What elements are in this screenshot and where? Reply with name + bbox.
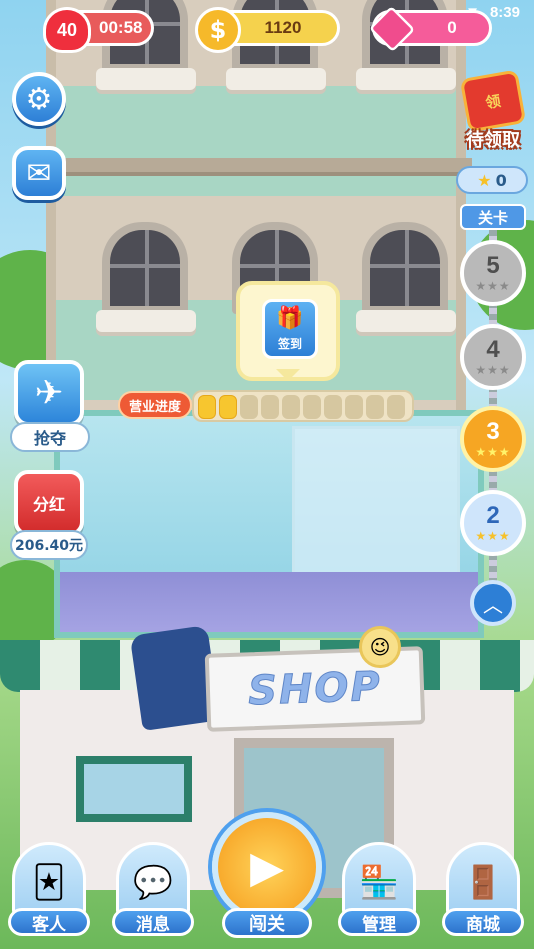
level-node-4[interactable]: 4 ★★★ <box>460 324 526 390</box>
grab-label[interactable]: 抢夺 <box>10 422 90 452</box>
gems-counter[interactable]: 0 <box>368 5 492 53</box>
mail-button[interactable]: ✉ <box>12 146 66 200</box>
airplane-icon: ✈ <box>34 373 64 413</box>
lives-value: 40 <box>56 19 78 40</box>
window <box>362 222 448 314</box>
building-ledge <box>40 158 472 176</box>
heart-icon: 40 <box>43 7 91 53</box>
chevron-up-icon: ︿ <box>483 592 503 617</box>
window-sill <box>356 310 456 332</box>
stars-counter: ★ 0 <box>456 166 528 194</box>
level-stars: ★★★ <box>475 363 511 377</box>
window <box>102 222 188 314</box>
signin-bubble: 🎁 签到 <box>236 281 340 381</box>
progress-segment <box>282 395 300 419</box>
shop-showroom[interactable] <box>54 410 484 638</box>
progress-segment <box>240 395 258 419</box>
shop-window <box>76 756 192 822</box>
pending-claim-label[interactable]: 待领取 <box>456 126 530 152</box>
business-progress-label: 营业进度 <box>118 391 192 419</box>
nav-messages-label: 消息 <box>112 908 194 936</box>
dividend-button[interactable]: 分红 <box>14 470 84 536</box>
level-number: 2 <box>486 502 500 529</box>
level-node-2[interactable]: 2 ★★★ <box>460 490 526 556</box>
level-stars: ★★★ <box>475 279 511 293</box>
play-icon: ▶ <box>212 812 322 922</box>
dividend-badge: 分红 <box>32 495 65 514</box>
gift-icon: 🎁 <box>276 306 304 331</box>
window-sill <box>226 68 326 90</box>
nav-play-label: 闯关 <box>222 908 312 938</box>
progress-segment <box>261 395 279 419</box>
coins-counter[interactable]: $ 1120 <box>195 7 340 53</box>
shop-sign-text: SHOP <box>247 663 383 715</box>
level-stars: ★★★ <box>475 445 511 459</box>
wink-emoji-icon: 😉 <box>359 626 401 668</box>
level-number: 3 <box>486 418 500 445</box>
signin-button[interactable]: 🎁 签到 <box>262 299 318 359</box>
grab-button[interactable]: ✈ <box>14 360 84 426</box>
nav-customers[interactable]: 🃏 客人 <box>8 842 90 940</box>
window-sill <box>96 310 196 332</box>
level-tag: 关卡 <box>460 204 526 230</box>
level-stars: ★★★ <box>475 529 511 543</box>
nav-messages[interactable]: 💬 消息 <box>112 842 194 940</box>
red-packet-button[interactable]: 领 <box>459 69 527 133</box>
window-sill <box>96 68 196 90</box>
progress-segment <box>198 395 216 419</box>
stars-value: 0 <box>495 170 507 190</box>
level-node-5[interactable]: 5 ★★★ <box>460 240 526 306</box>
progress-segment <box>345 395 363 419</box>
envelope-icon: ✉ <box>26 155 52 191</box>
clothing-rack[interactable] <box>292 426 460 576</box>
nav-manage[interactable]: 🏪 管理 <box>338 842 420 940</box>
nav-customers-label: 客人 <box>8 908 90 936</box>
nav-store-label: 商城 <box>442 908 524 936</box>
star-icon: ★ <box>477 170 492 190</box>
status-time: 8:39 <box>489 4 520 21</box>
progress-segment <box>387 395 405 419</box>
level-node-3[interactable]: 3 ★★★ <box>460 406 526 472</box>
progress-segment <box>219 395 237 419</box>
business-progress-bar <box>192 390 414 422</box>
scroll-up-button[interactable]: ︿ <box>470 580 516 626</box>
lives-counter[interactable]: 40 00:58 <box>43 7 154 53</box>
signin-label: 签到 <box>277 337 302 351</box>
showroom-floor <box>60 572 478 632</box>
progress-segment <box>303 395 321 419</box>
gear-icon: ⚙ <box>25 81 53 117</box>
life-timer: 00:58 <box>99 18 143 37</box>
coin-add-icon[interactable]: $ <box>195 7 241 53</box>
settings-button[interactable]: ⚙ <box>12 72 66 126</box>
floor-band <box>56 86 456 196</box>
red-packet-badge: 领 <box>484 91 503 112</box>
progress-segment <box>366 395 384 419</box>
nav-store[interactable]: 🚪 商城 <box>442 842 524 940</box>
progress-segment <box>324 395 342 419</box>
level-number: 5 <box>486 252 500 279</box>
window-sill <box>356 68 456 90</box>
dividend-amount[interactable]: 206.40元 <box>10 530 88 560</box>
nav-play[interactable]: ▶ 闯关 <box>212 812 322 944</box>
nav-manage-label: 管理 <box>338 908 420 936</box>
level-number: 4 <box>486 336 500 363</box>
